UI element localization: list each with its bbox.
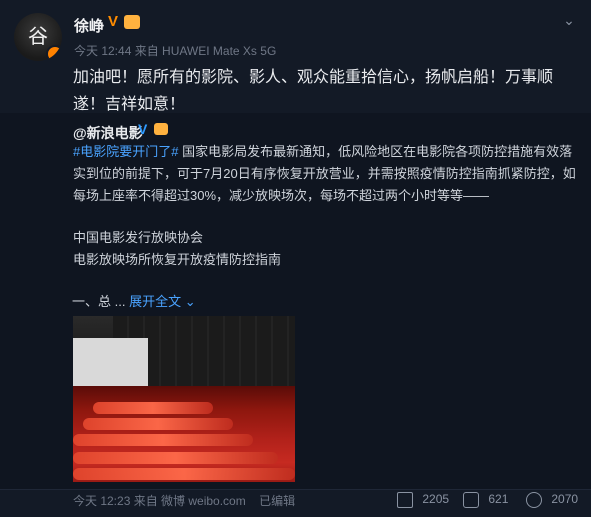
- repost-text: #电影院要开门了# 国家电影局发布最新通知，低风险地区在电影院各项防控措施有效落…: [73, 141, 581, 207]
- repost-org: 中国电影发行放映协会: [73, 230, 204, 245]
- vip-crown-icon: [124, 15, 140, 29]
- expand-full-text-link[interactable]: 展开全文 ⌄: [129, 294, 196, 309]
- like-stat[interactable]: 2070: [526, 492, 578, 508]
- post-content: 加油吧！愿所有的影院、影人、观众能重拾信心，扬帆启船！万事顺遂！吉祥如意！: [73, 69, 554, 113]
- edited-label: 已编辑: [259, 494, 296, 508]
- footer-divider: [0, 489, 591, 490]
- like-count: 2070: [551, 492, 579, 507]
- seat-row: [93, 402, 213, 414]
- repost-count: 2205: [422, 492, 450, 507]
- repost-stat[interactable]: 2205: [397, 492, 449, 508]
- comment-count: 621: [488, 492, 509, 507]
- repost-icon: [397, 492, 413, 508]
- seat-row: [73, 452, 278, 464]
- repost-guide: 电影放映场所恢复开放疫情防控指南: [73, 252, 282, 267]
- like-icon: [526, 492, 542, 508]
- verified-badge-icon: [46, 45, 62, 61]
- repost-verified-icon: V: [138, 121, 148, 137]
- weibo-post-card: 谷 徐峥 V 今天 12:44 来自 HUAWEI Mate Xs 5G ⌄ 加…: [0, 0, 591, 517]
- section-prefix: 一、总 ...: [72, 294, 126, 309]
- verified-v-icon: V: [108, 13, 119, 30]
- footer-meta-row: 今天 12:23 来自 微博 weibo.com 已编辑: [73, 492, 295, 509]
- repost-crown-icon: [154, 123, 168, 135]
- seat-row: [83, 418, 233, 430]
- seat-row: [73, 468, 295, 480]
- comment-icon: [463, 492, 479, 508]
- topic-tag[interactable]: #电影院要开门了#: [73, 144, 178, 159]
- repost-username[interactable]: @新浪电影: [73, 123, 143, 143]
- expand-row: 一、总 ... 展开全文 ⌄: [72, 291, 196, 310]
- theater-image[interactable]: [73, 316, 295, 482]
- footer-meta: 今天 12:23 来自 微博 weibo.com: [73, 494, 246, 508]
- seat-row: [73, 434, 253, 446]
- post-meta: 今天 12:44 来自 HUAWEI Mate Xs 5G: [74, 44, 277, 58]
- comment-stat[interactable]: 621: [463, 492, 508, 508]
- chevron-down-icon[interactable]: ⌄: [559, 10, 579, 30]
- avatar[interactable]: 谷: [14, 13, 62, 61]
- avatar-glyph: 谷: [28, 24, 48, 48]
- post-username[interactable]: 徐峥: [74, 15, 104, 36]
